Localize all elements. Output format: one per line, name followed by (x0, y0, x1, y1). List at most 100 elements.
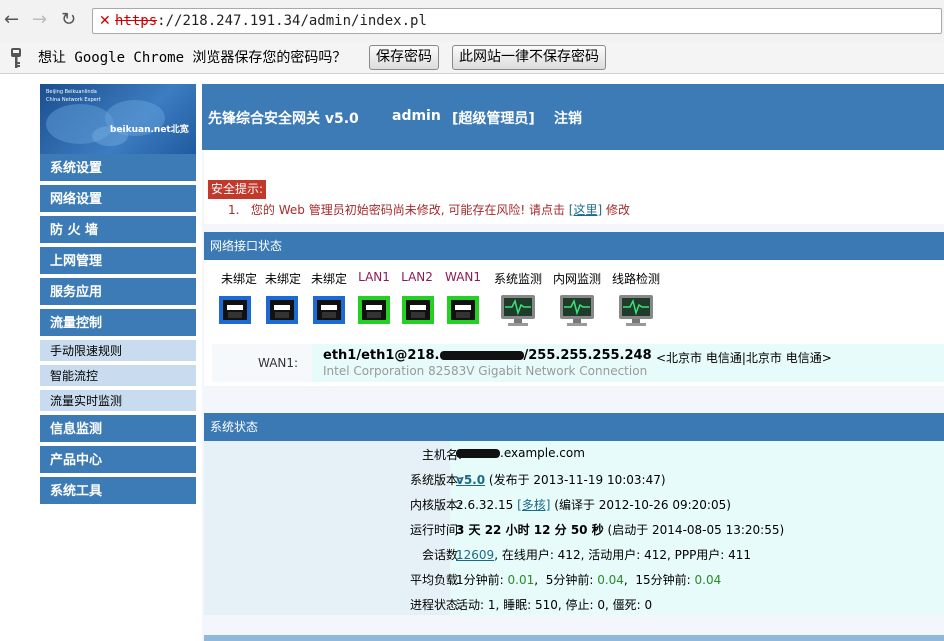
monitor-icon[interactable] (559, 294, 595, 328)
logo-line-1: Beijing Beikuanlinda (46, 89, 97, 95)
sessions-extra: , 在线用户: 412, 活动用户: 412, PPP用户: 411 (494, 548, 752, 562)
current-user: admin (392, 108, 441, 124)
infobar-message: 想让 Google Chrome 浏览器保存您的密码吗？ (38, 50, 347, 66)
system-status-header: 系统状态 (204, 413, 944, 441)
password-infobar: 想让 Google Chrome 浏览器保存您的密码吗？ 保存密码 此网站一律不… (0, 42, 944, 74)
process-value: 活动: 1, 睡眠: 510, 停止: 0, 僵死: 0 (456, 598, 653, 612)
port-label: 内网监测 (552, 272, 601, 286)
ethernet-port-icon[interactable] (313, 296, 345, 324)
wan-label: WAN1: (258, 356, 299, 370)
save-password-button[interactable]: 保存密码 (369, 45, 439, 70)
monitor-icon[interactable] (618, 294, 654, 328)
key-icon (11, 48, 21, 68)
ethernet-port-icon[interactable] (219, 296, 251, 324)
sidebar-item-services[interactable]: 服务应用 (40, 278, 196, 307)
hostname-value: .example.com (456, 446, 585, 460)
interfaces-header: 网络接口状态 (204, 232, 944, 260)
redaction-mark (439, 351, 524, 360)
url-protocol: https (115, 13, 158, 29)
load-15: 0.04 (694, 573, 722, 587)
url-text: https://218.247.191.34/admin/index.pl (115, 13, 427, 29)
wan-isp: <北京市 电信通|北京市 电信通> (656, 351, 832, 365)
sidebar-item-system-tools[interactable]: 系统工具 (40, 477, 196, 506)
version-link[interactable]: v5.0 (456, 473, 485, 487)
port-label: 线路检测 (611, 272, 660, 286)
port-label: 未绑定 (310, 272, 347, 286)
ethernet-port-icon[interactable] (402, 296, 434, 324)
port-label: 未绑定 (264, 272, 301, 286)
sidebar-subitem-smart-flow[interactable]: 智能流控 (40, 365, 196, 388)
ethernet-port-icon[interactable] (358, 296, 390, 324)
header-banner: 先锋综合安全网关 v5.0 admin [超级管理员] 注销 (202, 84, 944, 150)
ethernet-port-icon[interactable] (266, 296, 298, 324)
insecure-lock-icon[interactable]: ✕ (99, 13, 113, 29)
security-item-number: 1. (228, 203, 240, 217)
row-label: 主机名: (421, 448, 462, 462)
load-5-label: 5分钟前: (545, 573, 594, 587)
version-value: v5.0 (发布于 2013-11-19 10:03:47) (456, 471, 666, 488)
logo-brand: beikuan.net北宽 (110, 125, 189, 135)
security-suffix: 修改 (606, 203, 631, 217)
never-save-button[interactable]: 此网站一律不保存密码 (452, 45, 606, 70)
brand-logo: Beijing Beikuanlinda China Network Exper… (40, 84, 196, 154)
kernel-extra: (编译于 2012-10-26 09:20:05) (554, 498, 731, 512)
row-label: 系统版本: (409, 473, 462, 487)
kernel-value: 2.6.32.15 [多核] (编译于 2012-10-26 09:20:05) (456, 496, 731, 513)
port-label: LAN1 (358, 270, 390, 284)
port-label: WAN1 (444, 270, 482, 284)
sidebar-item-info-monitor[interactable]: 信息监测 (40, 415, 196, 444)
row-label: 平均负载: (409, 573, 462, 587)
wan-address-end: /255.255.255.248 (523, 348, 652, 363)
port-label: LAN2 (401, 270, 433, 284)
sidebar-item-firewall[interactable]: 防 火 墙 (40, 216, 196, 245)
load-1: 0.01 (507, 573, 535, 587)
sidebar-item-internet-management[interactable]: 上网管理 (40, 247, 196, 276)
load-1-label: 1分钟前: (456, 573, 504, 587)
sidebar-item-traffic-control[interactable]: 流量控制 (40, 309, 196, 338)
sidebar-item-system-settings[interactable]: 系统设置 (40, 154, 196, 183)
url-path: ://218.247.191.34/admin/index.pl (157, 13, 427, 29)
product-title: 先锋综合安全网关 v5.0 (208, 111, 359, 127)
wan-address-start: eth1/eth1@218. (323, 348, 440, 363)
security-message: 您的 Web 管理员初始密码尚未修改, 可能存在风险! 请点击 (250, 203, 565, 217)
browser-toolbar: ← → ↻ ✕ https://218.247.191.34/admin/ind… (0, 0, 944, 42)
port-label: 未绑定 (220, 272, 257, 286)
sidebar-item-product-center[interactable]: 产品中心 (40, 446, 196, 475)
security-message-line: 1. 您的 Web 管理员初始密码尚未修改, 可能存在风险! 请点击 [这里] … (228, 202, 630, 218)
logo-line-2: China Network Expert (46, 97, 101, 103)
sidebar-item-network-settings[interactable]: 网络设置 (40, 185, 196, 214)
forward-icon[interactable]: → (32, 10, 52, 30)
uptime-extra: (启动于 2014-08-05 13:20:55) (607, 523, 785, 537)
address-bar[interactable]: ✕ https://218.247.191.34/admin/index.pl (92, 8, 942, 34)
sessions-value: 12609, 在线用户: 412, 活动用户: 412, PPP用户: 411 (456, 546, 751, 563)
row-label: 运行时间: (409, 523, 462, 537)
hostname-domain: .example.com (500, 446, 585, 460)
port-label: 系统监测 (493, 272, 542, 286)
wan-address: eth1/eth1@218. /255.255.255.248 (323, 348, 652, 363)
row-label: 内核版本: (409, 498, 462, 512)
multicore-link[interactable]: [多核] (517, 498, 550, 512)
user-role: [超级管理员] (452, 111, 535, 127)
uptime-value: 3 天 22 小时 12 分 50 秒 (启动于 2014-08-05 13:2… (456, 521, 784, 538)
load-value: 1分钟前: 0.01, 5分钟前: 0.04, 15分钟前: 0.04 (456, 573, 722, 587)
load-15-label: 15分钟前: (635, 573, 691, 587)
row-label: 进程状态: (409, 598, 462, 612)
logout-link[interactable]: 注销 (554, 108, 582, 128)
row-label: 会话数: (421, 548, 462, 562)
sidebar-subitem-realtime-traffic[interactable]: 流量实时监测 (40, 390, 196, 413)
reload-icon[interactable]: ↻ (61, 10, 81, 30)
wan-nic: Intel Corporation 82583V Gigabit Network… (323, 364, 648, 378)
back-icon[interactable]: ← (4, 10, 24, 30)
uptime: 3 天 22 小时 12 分 50 秒 (456, 523, 604, 537)
monitor-icon[interactable] (500, 294, 536, 328)
change-password-link[interactable]: [这里] (569, 203, 602, 217)
ethernet-port-icon[interactable] (447, 296, 479, 324)
next-section-header (204, 635, 944, 641)
load-5: 0.04 (597, 573, 624, 587)
kernel-version: 2.6.32.15 (456, 498, 514, 512)
sidebar: Beijing Beikuanlinda China Network Exper… (40, 84, 196, 506)
sidebar-subitem-manual-rate-limit[interactable]: 手动限速规则 (40, 340, 196, 363)
redaction-mark (456, 449, 500, 458)
sessions-link[interactable]: 12609 (456, 548, 494, 562)
security-title: 安全提示: (208, 180, 267, 199)
